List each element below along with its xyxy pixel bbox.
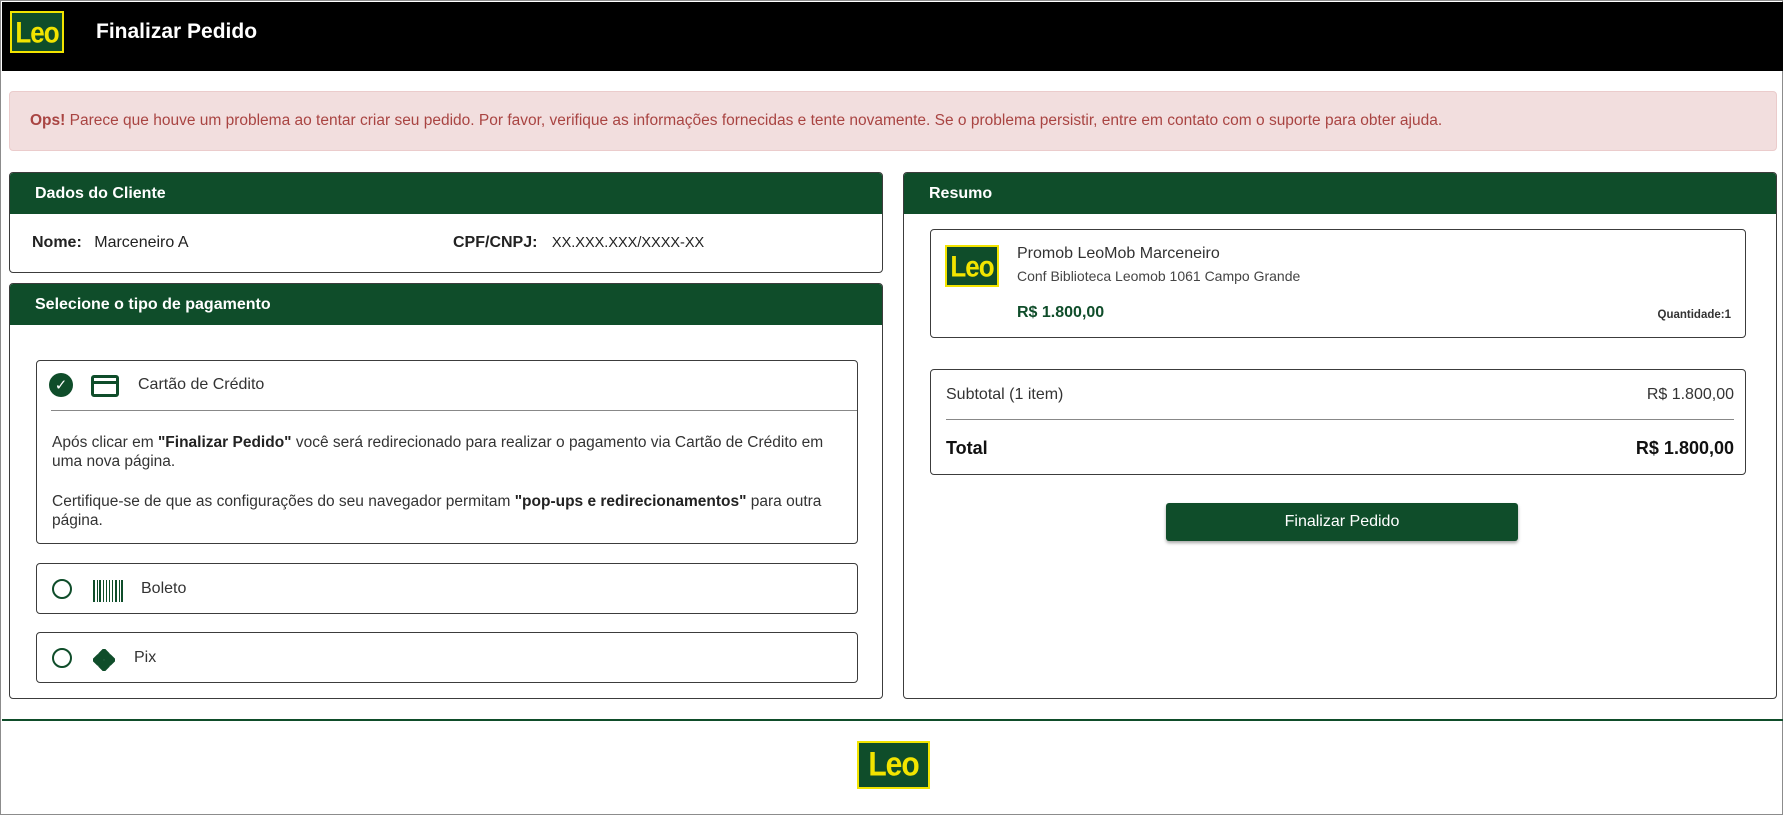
payment-option-credit-card[interactable]: ✓ Cartão de Crédito Após clicar em "Fina…	[36, 360, 858, 544]
credit-card-info-1: Após clicar em "Finalizar Pedido" você s…	[52, 433, 842, 471]
logo-text: Leo	[950, 248, 994, 283]
info-bold: "pop-ups e redirecionamentos"	[514, 493, 747, 510]
product-logo: Leo	[945, 245, 999, 287]
barcode-icon	[93, 580, 123, 602]
client-panel-title: Dados do Cliente	[10, 173, 882, 214]
total-label: Total	[946, 438, 988, 458]
payment-panel-title: Selecione o tipo de pagamento	[10, 284, 882, 325]
total-value: R$ 1.800,00	[1635, 438, 1734, 458]
totals-divider	[946, 419, 1734, 420]
page-frame: Leo Finalizar Pedido Ops! Parece que hou…	[0, 0, 1783, 815]
credit-card-icon	[91, 375, 119, 397]
info-text: Certifique-se de que as configurações do…	[52, 493, 515, 510]
payment-option-boleto[interactable]: Boleto	[36, 563, 858, 614]
pix-label: Pix	[134, 649, 157, 666]
client-name-row: Nome: Marceneiro A	[32, 234, 189, 252]
product-name: Promob LeoMob Marceneiro	[1017, 245, 1220, 262]
pix-radio[interactable]	[52, 648, 72, 668]
payment-option-pix[interactable]: Pix	[36, 632, 858, 683]
top-bar: Leo Finalizar Pedido	[2, 2, 1783, 71]
info-text: Após clicar em	[52, 434, 158, 451]
client-doc-row: CPF/CNPJ: XX.XXX.XXX/XXXX-XX	[453, 234, 704, 252]
payment-panel: Selecione o tipo de pagamento ✓ Cartão d…	[9, 283, 883, 699]
client-panel: Dados do Cliente Nome: Marceneiro A CPF/…	[9, 172, 883, 273]
total-row: Total R$ 1.800,00	[946, 438, 1734, 459]
client-doc-value: XX.XXX.XXX/XXXX-XX	[551, 235, 705, 251]
finalize-order-button[interactable]: Finalizar Pedido	[1166, 503, 1518, 541]
product-quantity: Quantidade:1	[1657, 309, 1731, 321]
totals-box: Subtotal (1 item) R$ 1.800,00 Total R$ 1…	[930, 369, 1746, 475]
subtotal-value: R$ 1.800,00	[1646, 386, 1734, 403]
product-price: R$ 1.800,00	[1017, 304, 1105, 321]
info-bold: "Finalizar Pedido"	[157, 434, 292, 451]
boleto-label: Boleto	[141, 580, 187, 597]
credit-card-label: Cartão de Crédito	[138, 376, 265, 393]
alert-prefix: Ops!	[30, 112, 66, 129]
error-alert: Ops! Parece que houve um problema ao ten…	[9, 91, 1777, 151]
option-divider	[51, 410, 857, 411]
product-item: Leo Promob LeoMob Marceneiro Conf Biblio…	[930, 229, 1746, 338]
subtotal-row: Subtotal (1 item) R$ 1.800,00	[946, 386, 1734, 404]
logo-text: Leo	[868, 745, 919, 784]
page-title: Finalizar Pedido	[96, 20, 258, 43]
client-name-label: Nome:	[32, 234, 82, 251]
summary-panel-title: Resumo	[904, 173, 1776, 214]
boleto-radio[interactable]	[52, 579, 72, 599]
leo-logo[interactable]: Leo	[10, 11, 64, 53]
credit-card-info-2: Certifique-se de que as configurações do…	[52, 492, 842, 530]
footer-logo[interactable]: Leo	[857, 741, 930, 789]
alert-message: Parece que houve um problema ao tentar c…	[65, 112, 1443, 129]
client-name-value: Marceneiro A	[94, 234, 189, 251]
client-doc-label: CPF/CNPJ:	[453, 234, 538, 251]
summary-panel: Resumo Leo Promob LeoMob Marceneiro Conf…	[903, 172, 1777, 699]
footer-divider	[2, 719, 1783, 721]
product-description: Conf Biblioteca Leomob 1061 Campo Grande	[1017, 268, 1301, 284]
subtotal-label: Subtotal (1 item)	[946, 386, 1064, 403]
pix-icon	[93, 649, 115, 671]
logo-text: Leo	[15, 14, 59, 49]
selected-check-icon[interactable]: ✓	[49, 373, 73, 397]
